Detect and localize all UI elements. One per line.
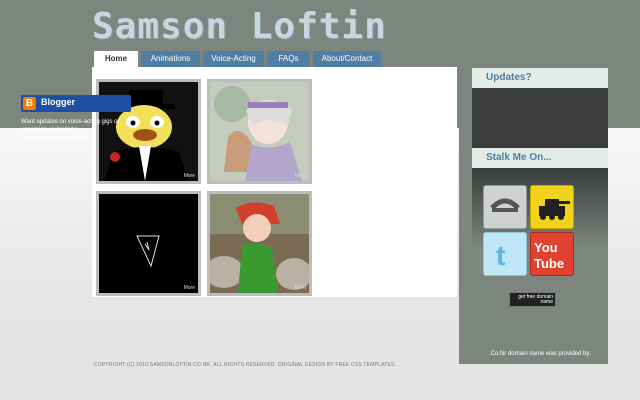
nav-tab-about-contact[interactable]: About/Contact — [313, 51, 381, 67]
svg-text:t: t — [496, 240, 505, 271]
blogger-button[interactable]: B Blogger — [21, 95, 131, 112]
more-link[interactable]: More — [184, 285, 195, 291]
nav-tab-faqs[interactable]: FAQs — [267, 51, 310, 67]
more-link[interactable]: More — [295, 173, 306, 179]
more-link[interactable]: More — [184, 173, 195, 179]
blogger-icon: B — [23, 97, 36, 110]
stalk-heading: Stalk Me On... — [472, 148, 608, 168]
elf-image — [210, 194, 309, 293]
blogger-label: Blogger — [41, 97, 76, 107]
twitter-icon[interactable]: t — [483, 232, 527, 276]
nav-tab-home[interactable]: Home — [94, 51, 138, 67]
newgrounds-icon[interactable] — [530, 185, 574, 229]
updates-text-line: Want updates on voice-acting gigs or upc… — [21, 119, 120, 133]
updates-heading: Updates? — [472, 68, 608, 88]
domain-credit-text: .Co.Nr domain name was provided by: — [488, 351, 592, 357]
youtube-icon[interactable]: You Tube — [530, 232, 574, 276]
deviantart-icon[interactable] — [483, 185, 527, 229]
gallery-thumb-elf[interactable]: More — [207, 191, 312, 296]
footer-copyright: COPYRIGHT (C) 2010 SAMSONLOFTIN.CO.NR. A… — [94, 362, 397, 368]
svg-text:Tube: Tube — [534, 256, 564, 271]
updates-panel — [472, 88, 608, 148]
domain-badge-label: get free domain name — [518, 294, 553, 305]
gallery-thumb-warrior[interactable]: More — [207, 79, 312, 184]
updates-text: Want updates on voice-acting gigs or upc… — [21, 118, 141, 142]
warrior-image — [210, 82, 309, 181]
site-title[interactable]: Samson Loftin — [92, 6, 387, 47]
free-domain-badge[interactable]: get free domain name — [509, 292, 556, 307]
nav-tab-animations[interactable]: Animations — [141, 51, 200, 67]
sketch-image — [99, 194, 198, 293]
svg-text:You: You — [534, 240, 558, 255]
more-link[interactable]: More — [295, 285, 306, 291]
updates-text-link[interactable]: Check out my Blogger site. — [21, 134, 141, 142]
nav-tab-voice-acting[interactable]: Voice-Acting — [203, 51, 264, 67]
main-nav: Home Animations Voice-Acting FAQs About/… — [94, 51, 381, 67]
gallery-thumb-sketch[interactable]: More — [96, 191, 201, 296]
